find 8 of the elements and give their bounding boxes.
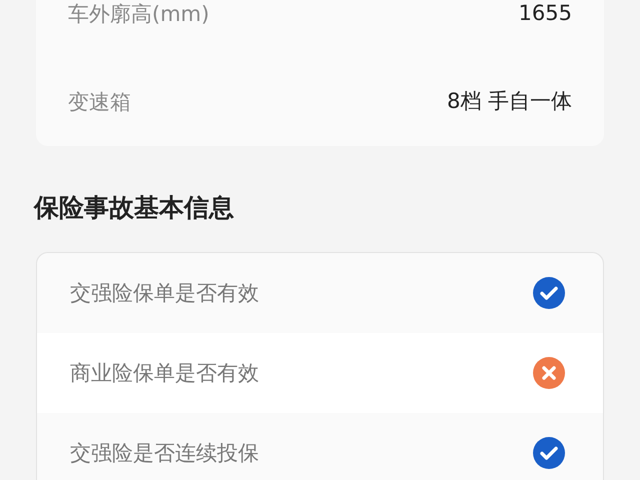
- insurance-label: 交强险保单是否有效: [70, 280, 259, 306]
- section-title: 保险事故基本信息: [34, 192, 235, 224]
- spec-value: 1655: [518, 0, 572, 28]
- insurance-label: 交强险是否连续投保: [70, 440, 259, 466]
- insurance-label: 商业险保单是否有效: [70, 360, 259, 386]
- spec-label: 变速箱: [68, 89, 131, 115]
- spec-label: 车外廓高(mm): [68, 1, 210, 27]
- spec-value: 8档 手自一体: [446, 88, 572, 116]
